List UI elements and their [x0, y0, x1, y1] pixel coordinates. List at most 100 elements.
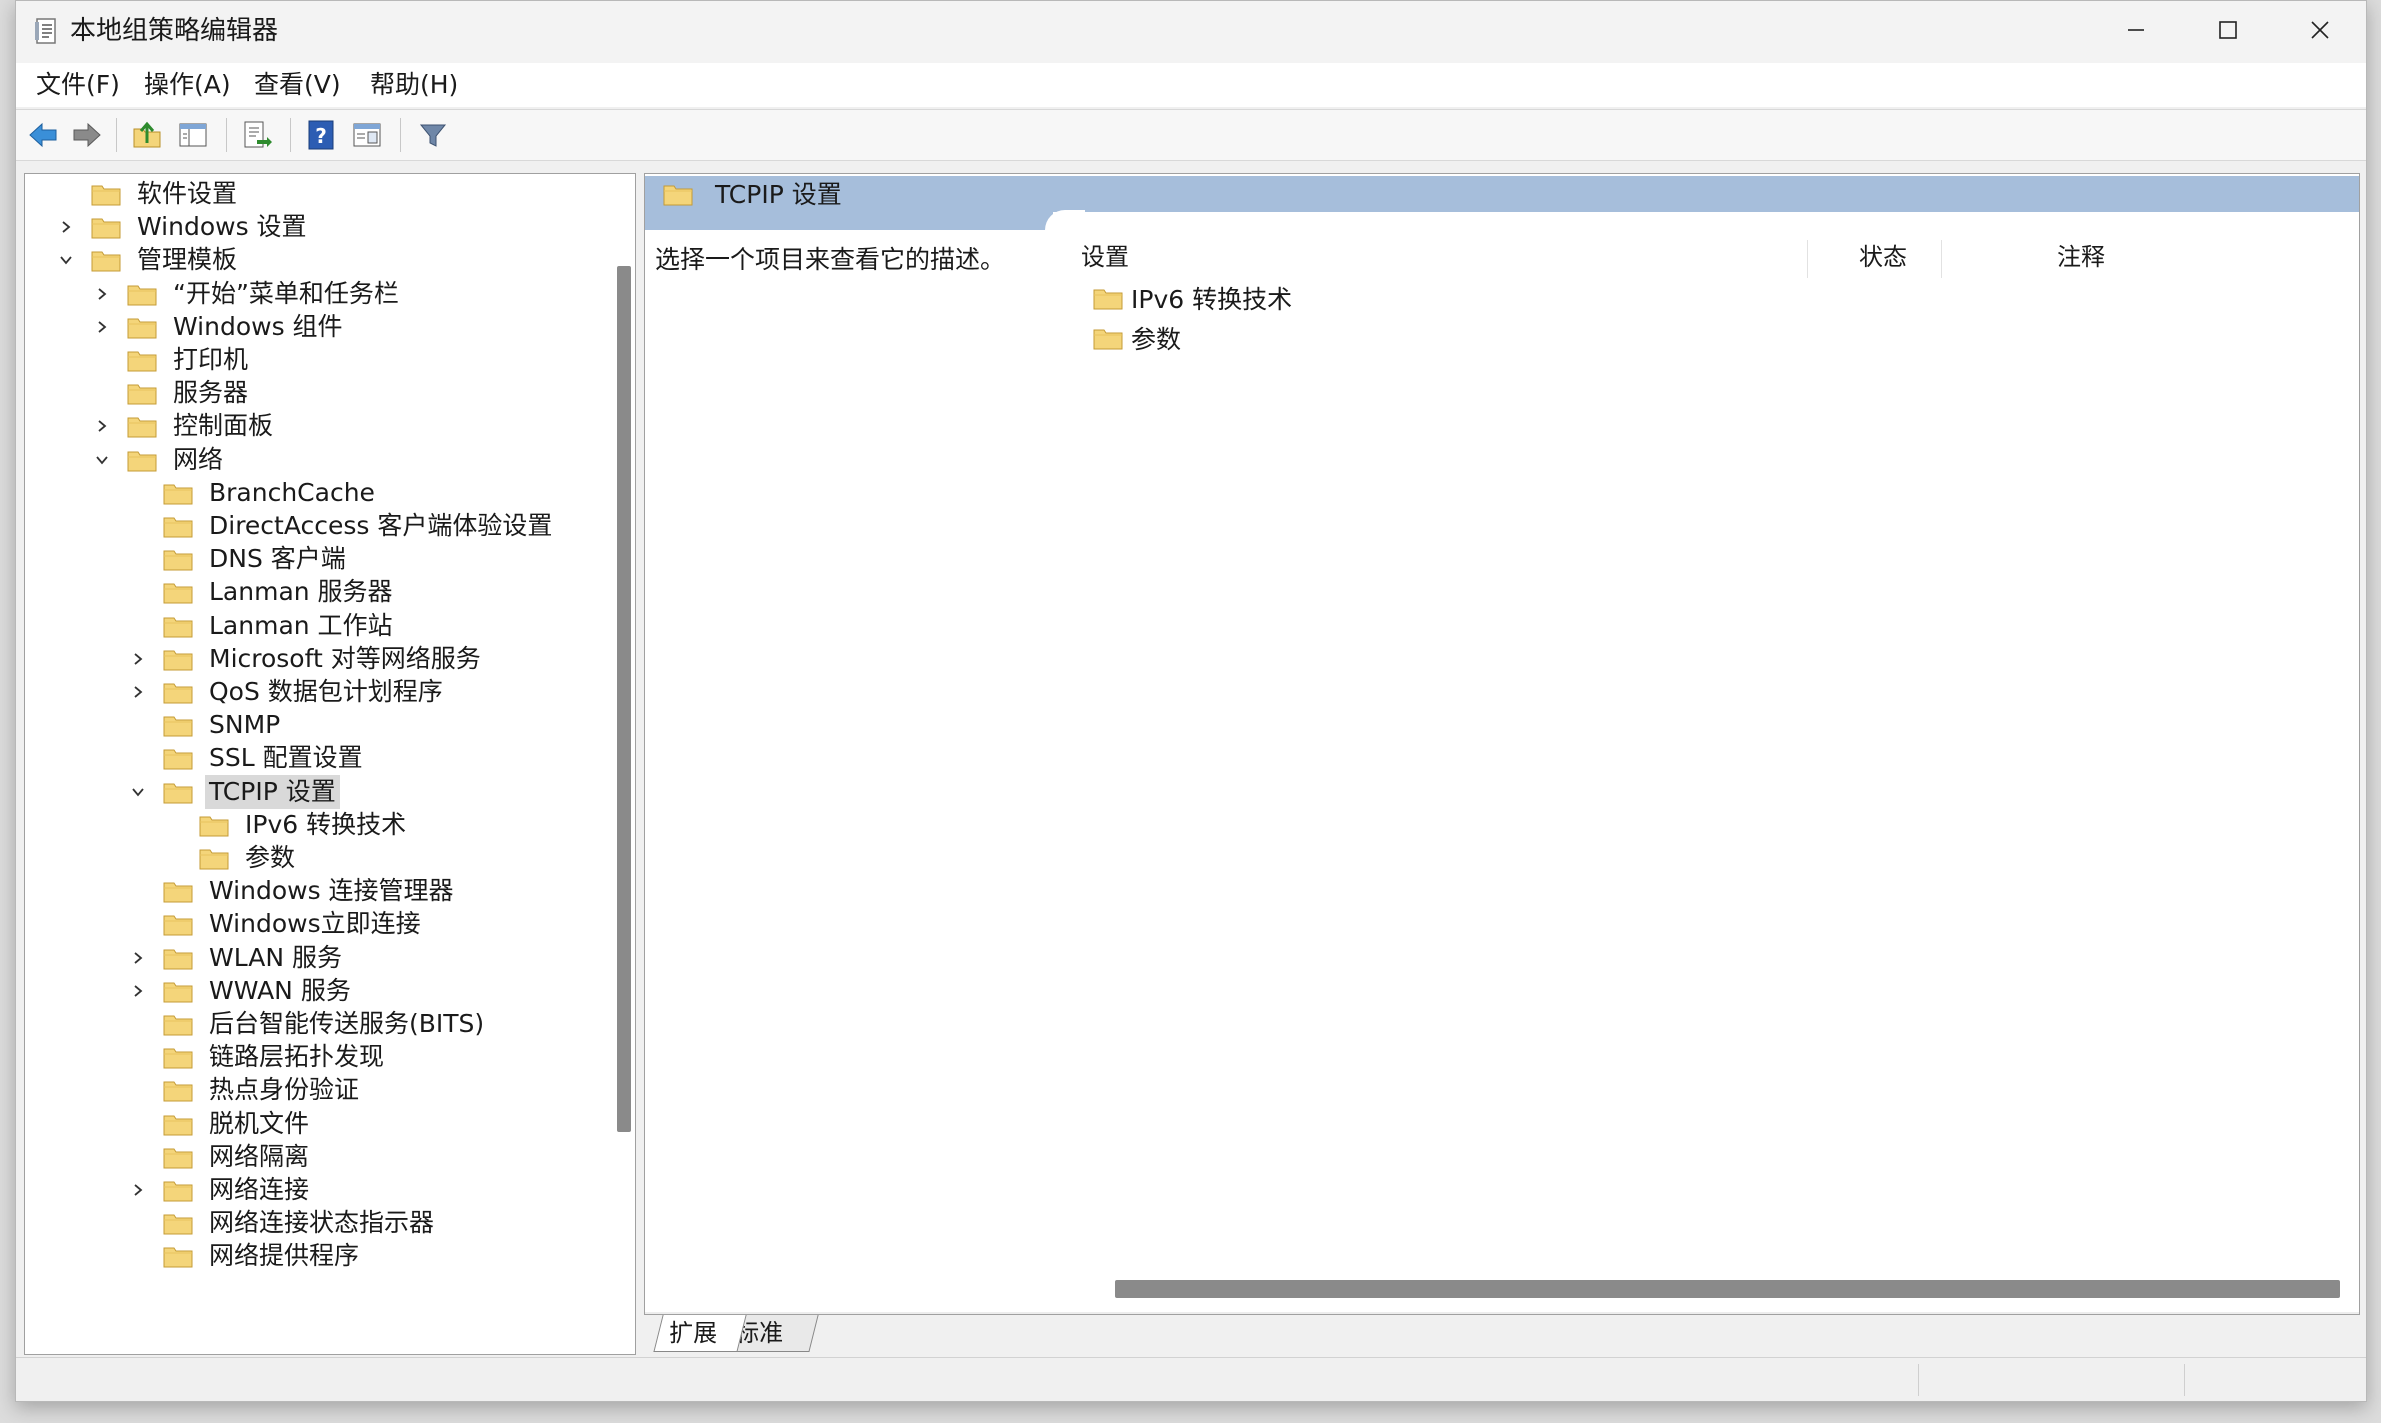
- list-item[interactable]: IPv6 转换技术: [1093, 280, 1292, 316]
- tree-expander-spacer: [127, 1212, 149, 1234]
- tree-scrollbar-thumb[interactable]: [617, 266, 631, 1132]
- up-level-button[interactable]: [128, 116, 166, 154]
- chevron-right-icon[interactable]: [91, 316, 113, 338]
- tree-expander-spacer: [91, 349, 113, 371]
- tree-pane[interactable]: 软件设置 Windows 设置 管理模板 “开始”菜单和任务栏 Windows 组件 打印…: [24, 173, 636, 1355]
- tree-item[interactable]: 控制面板: [91, 408, 277, 444]
- chevron-down-icon[interactable]: [127, 781, 149, 803]
- chevron-right-icon[interactable]: [127, 681, 149, 703]
- tree-item[interactable]: IPv6 转换技术: [163, 807, 410, 843]
- tree-item[interactable]: 网络隔离: [127, 1139, 313, 1175]
- chevron-right-icon[interactable]: [127, 1179, 149, 1201]
- chevron-right-icon[interactable]: [127, 947, 149, 969]
- folder-icon: [163, 1214, 193, 1235]
- tree-item[interactable]: Windows 设置: [55, 209, 311, 245]
- tree-item[interactable]: 网络连接: [127, 1172, 313, 1208]
- chevron-right-icon[interactable]: [127, 980, 149, 1002]
- tree-item[interactable]: WWAN 服务: [127, 973, 355, 1009]
- close-button[interactable]: [2274, 1, 2366, 59]
- tree-item-label: Windows立即连接: [209, 909, 421, 939]
- export-list-button[interactable]: [238, 116, 276, 154]
- tree-item[interactable]: DirectAccess 客户端体验设置: [127, 508, 556, 544]
- tree-item[interactable]: 打印机: [91, 342, 252, 378]
- list-item[interactable]: 参数: [1093, 320, 1181, 356]
- tree-item[interactable]: 网络提供程序: [127, 1238, 363, 1274]
- column-header-state[interactable]: 状态: [1859, 234, 1907, 280]
- column-separator[interactable]: [1941, 240, 1942, 278]
- tree-item[interactable]: 软件设置: [55, 176, 241, 212]
- tree-item[interactable]: Windows立即连接: [127, 906, 425, 942]
- tree-item[interactable]: 热点身份验证: [127, 1072, 363, 1108]
- show-hide-tree-button[interactable]: [174, 116, 212, 154]
- forward-button[interactable]: [68, 116, 106, 154]
- tree-item[interactable]: Windows 连接管理器: [127, 873, 458, 909]
- folder-icon: [163, 1048, 193, 1069]
- toolbar: ?: [16, 109, 2366, 161]
- column-separator[interactable]: [1807, 240, 1808, 278]
- horizontal-scrollbar-thumb[interactable]: [1115, 1280, 2340, 1298]
- tree-item[interactable]: BranchCache: [127, 475, 379, 511]
- tree-item[interactable]: Lanman 工作站: [127, 608, 397, 644]
- folder-icon: [163, 517, 193, 538]
- title-bar[interactable]: 本地组策略编辑器: [16, 1, 2366, 63]
- tree-item[interactable]: 网络: [91, 442, 227, 478]
- tree-item-label: SSL 配置设置: [209, 743, 363, 773]
- properties-view-button[interactable]: [348, 116, 386, 154]
- tree-item[interactable]: 链路层拓扑发现: [127, 1039, 388, 1075]
- tree-item[interactable]: DNS 客户端: [127, 541, 350, 577]
- filter-button[interactable]: [414, 116, 452, 154]
- list-item-label: IPv6 转换技术: [1131, 285, 1293, 314]
- tree-item-label: 网络提供程序: [209, 1241, 360, 1271]
- chevron-down-icon[interactable]: [91, 449, 113, 471]
- chevron-right-icon[interactable]: [91, 283, 113, 305]
- menu-file[interactable]: 文件(F): [30, 67, 126, 103]
- status-separator: [1918, 1364, 1919, 1396]
- tree-item[interactable]: Windows 组件: [91, 309, 347, 345]
- tree-item-label: 网络: [173, 444, 224, 474]
- minimize-button[interactable]: [2090, 1, 2182, 59]
- menu-help[interactable]: 帮助(H): [364, 67, 464, 103]
- tree-item[interactable]: “开始”菜单和任务栏: [91, 276, 403, 312]
- show-hide-tree-icon: [179, 123, 207, 147]
- chevron-right-icon[interactable]: [127, 648, 149, 670]
- window-title: 本地组策略编辑器: [70, 16, 279, 46]
- back-button[interactable]: [24, 116, 62, 154]
- tree-item[interactable]: 后台智能传送服务(BITS): [127, 1006, 488, 1042]
- chevron-right-icon[interactable]: [91, 415, 113, 437]
- tree-item-label: 管理模板: [137, 245, 238, 275]
- chevron-right-icon[interactable]: [55, 216, 77, 238]
- tree-item[interactable]: QoS 数据包计划程序: [127, 674, 447, 710]
- tree-expander-spacer: [163, 814, 185, 836]
- tree-item[interactable]: 管理模板: [55, 242, 241, 278]
- tree-item[interactable]: 参数: [163, 840, 299, 876]
- tree-item-label: Lanman 服务器: [209, 577, 393, 607]
- help-icon: ?: [308, 120, 334, 150]
- tree-item[interactable]: SNMP: [127, 707, 284, 743]
- tree-item-label: 热点身份验证: [209, 1075, 360, 1105]
- tree-item[interactable]: SSL 配置设置: [127, 740, 367, 776]
- tree-item[interactable]: 服务器: [91, 375, 252, 411]
- tab-extended[interactable]: 扩展: [653, 1315, 747, 1352]
- folder-icon: [91, 251, 121, 272]
- menu-action[interactable]: 操作(A): [138, 67, 237, 103]
- tree-item-label: 服务器: [173, 378, 249, 408]
- menu-view[interactable]: 查看(V): [248, 67, 347, 103]
- help-button[interactable]: ?: [302, 116, 340, 154]
- chevron-down-icon[interactable]: [55, 249, 77, 271]
- tree-item[interactable]: 网络连接状态指示器: [127, 1205, 438, 1241]
- maximize-button[interactable]: [2182, 1, 2274, 59]
- folder-icon: [127, 285, 157, 306]
- tree-expander-spacer: [127, 515, 149, 537]
- tree-item[interactable]: Lanman 服务器: [127, 574, 397, 610]
- column-header-comment[interactable]: 注释: [2057, 234, 2105, 280]
- tree-item[interactable]: TCPIP 设置: [127, 774, 340, 810]
- minimize-icon: [2128, 29, 2144, 31]
- tree-item[interactable]: WLAN 服务: [127, 940, 346, 976]
- tree-expander-spacer: [55, 183, 77, 205]
- tree-item[interactable]: 脱机文件: [127, 1106, 313, 1142]
- tree-item[interactable]: Microsoft 对等网络服务: [127, 641, 485, 677]
- tree-item-label: TCPIP 设置: [205, 774, 340, 809]
- column-header-setting[interactable]: 设置: [1081, 234, 1129, 280]
- folder-icon: [163, 882, 193, 903]
- folder-icon: [163, 1181, 193, 1202]
